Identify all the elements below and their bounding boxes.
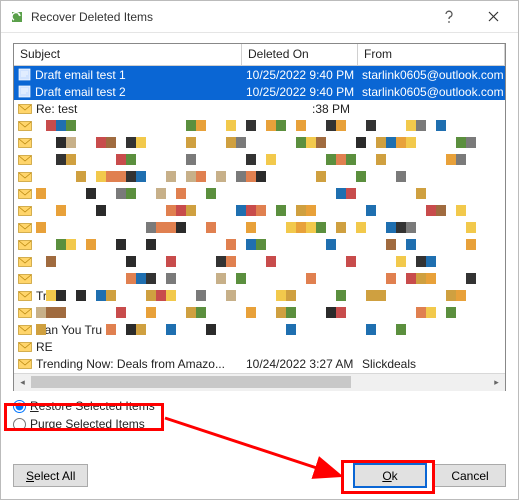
horizontal-scrollbar[interactable]: ◂ ▸ [14, 373, 505, 390]
recover-icon [9, 9, 25, 25]
window-title: Recover Deleted Items [31, 10, 426, 24]
cell-from [358, 100, 505, 117]
draft-icon [18, 85, 31, 98]
list-header: Subject Deleted On From [14, 44, 505, 66]
mail-icon [18, 205, 32, 217]
scroll-left-button[interactable]: ◂ [14, 374, 31, 391]
purge-label[interactable]: Purge Selected Items [30, 417, 145, 431]
scroll-thumb[interactable] [31, 376, 351, 388]
restore-radio-row[interactable]: Restore Selected Items [13, 397, 506, 415]
mail-icon [18, 103, 32, 115]
cell-deleted: 10/25/2022 9:40 PM [242, 83, 358, 100]
list-body[interactable]: Draft email test 110/25/2022 9:40 PMstar… [14, 66, 505, 373]
items-list: Subject Deleted On From Draft email test… [13, 43, 506, 391]
select-all-button[interactable]: Select All [13, 464, 88, 487]
action-radios: Restore Selected Items Purge Selected It… [13, 397, 506, 433]
cell-subject: Draft email test 2 [14, 83, 242, 100]
mail-icon [18, 222, 32, 234]
scroll-track[interactable] [31, 374, 488, 391]
cell-deleted [242, 338, 358, 355]
ok-button[interactable]: Ok [354, 464, 426, 487]
table-row[interactable]: Trending Now: Deals from Amazo...10/24/2… [14, 355, 505, 372]
close-button[interactable] [471, 2, 516, 32]
mail-icon [18, 273, 32, 285]
table-row[interactable]: Draft email test 110/25/2022 9:40 PMstar… [14, 66, 505, 83]
mail-icon [18, 239, 32, 251]
button-bar: Select All Ok Cancel [1, 456, 518, 499]
cell-subject: Re: test [14, 100, 242, 117]
table-row[interactable]: Re: test:38 PM [14, 100, 505, 117]
mail-icon [18, 171, 32, 183]
mail-icon [18, 137, 32, 149]
restore-label[interactable]: Restore Selected Items [30, 399, 155, 413]
mail-icon [18, 154, 32, 166]
mail-icon [18, 120, 32, 132]
cell-deleted: :38 PM [242, 100, 358, 117]
recover-deleted-items-window: Recover Deleted Items Subject Deleted On… [0, 0, 519, 500]
content-area: Subject Deleted On From Draft email test… [1, 33, 518, 456]
mail-icon [18, 188, 32, 200]
cell-from [358, 338, 505, 355]
cell-deleted: 10/25/2022 9:40 PM [242, 66, 358, 83]
titlebar: Recover Deleted Items [1, 1, 518, 33]
cell-subject: RE [14, 338, 242, 355]
cell-deleted: 10/24/2022 3:27 AM [242, 355, 358, 372]
mail-icon [18, 341, 32, 353]
cell-subject: Draft email test 1 [14, 66, 242, 83]
column-subject[interactable]: Subject [14, 44, 242, 65]
cancel-button[interactable]: Cancel [434, 464, 506, 487]
mail-icon [18, 290, 32, 302]
draft-icon [18, 68, 31, 81]
mail-icon [18, 256, 32, 268]
mail-icon [18, 358, 32, 370]
mail-icon [18, 324, 32, 336]
table-row[interactable]: RE [14, 338, 505, 355]
mail-icon [18, 307, 32, 319]
scroll-right-button[interactable]: ▸ [488, 374, 505, 391]
cell-subject: Trending Now: Deals from Amazo... [14, 355, 242, 372]
help-button[interactable] [426, 2, 471, 32]
table-row[interactable]: Draft email test 210/25/2022 9:40 PMstar… [14, 83, 505, 100]
cell-from: starlink0605@outlook.com [358, 66, 505, 83]
purge-radio-row[interactable]: Purge Selected Items [13, 415, 506, 433]
cell-from: starlink0605@outlook.com [358, 83, 505, 100]
purge-radio[interactable] [13, 418, 26, 431]
column-deleted-on[interactable]: Deleted On [242, 44, 358, 65]
cell-from: Slickdeals [358, 355, 505, 372]
restore-radio[interactable] [13, 400, 26, 413]
column-from[interactable]: From [358, 44, 505, 65]
